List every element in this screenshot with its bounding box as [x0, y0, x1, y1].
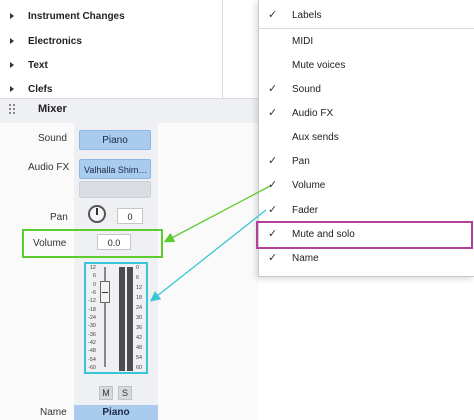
annotation-arrows	[149, 185, 271, 302]
volume-arrow	[163, 185, 271, 243]
fader-arrow	[149, 209, 267, 302]
